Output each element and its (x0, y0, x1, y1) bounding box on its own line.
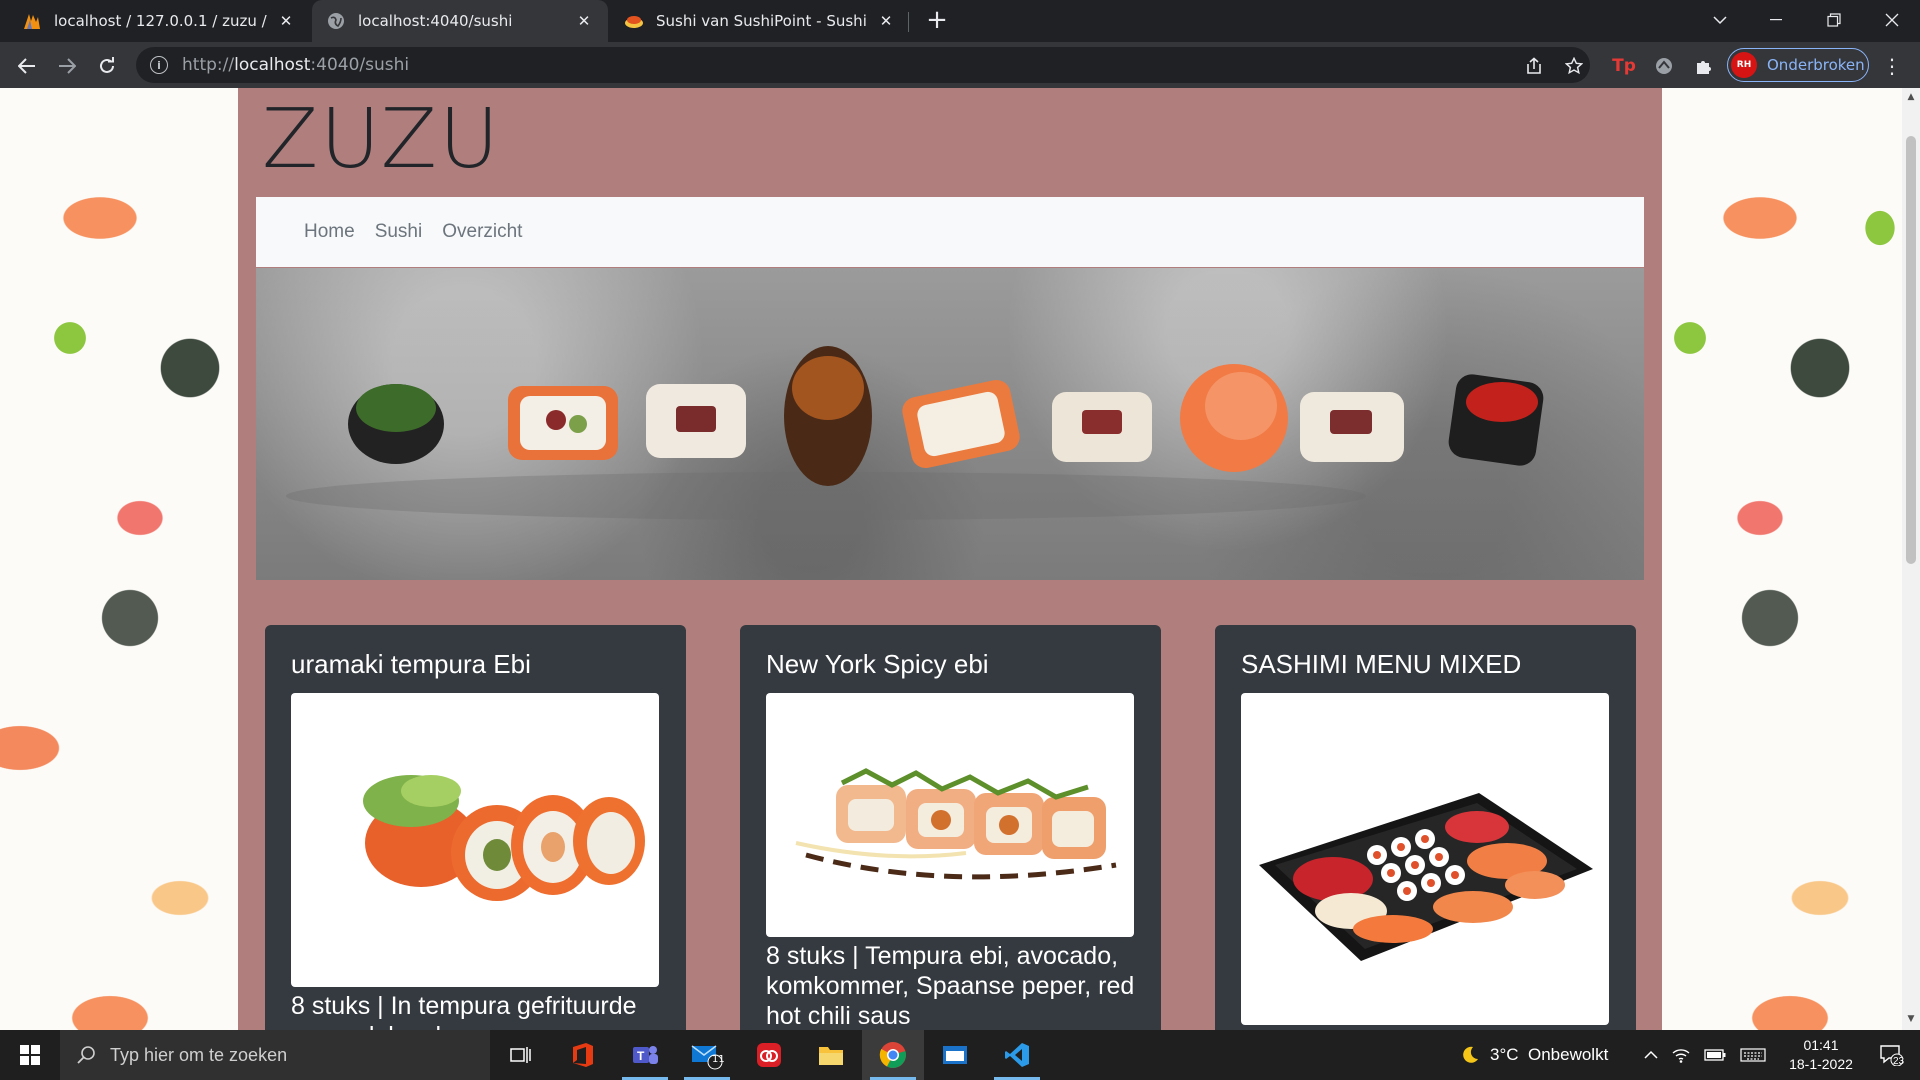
sushi-favicon (624, 11, 644, 31)
card-description: 8 stuks | In tempura gefrituurde garnaal… (291, 992, 637, 1030)
search-placeholder: Typ hier om te zoeken (110, 1044, 288, 1065)
nav-link-overzicht[interactable]: Overzicht (442, 221, 522, 243)
close-icon[interactable]: ✕ (574, 12, 594, 30)
url-host: localhost (234, 55, 311, 75)
url-scheme: http:// (182, 55, 235, 75)
taskbar-search-box[interactable]: Typ hier om te zoeken (60, 1030, 490, 1080)
page-container: ZUZU Home Sushi Overzicht uramaki tempur… (238, 88, 1662, 1030)
system-tray (1644, 1030, 1766, 1080)
keyboard-icon[interactable] (1740, 1048, 1766, 1062)
page-viewport: ZUZU Home Sushi Overzicht uramaki tempur… (0, 88, 1902, 1030)
weather-widget[interactable]: 3°C Onbewolkt (1460, 1030, 1608, 1080)
hero-banner-image (256, 268, 1644, 580)
back-icon[interactable] (11, 50, 43, 82)
app-window-icon[interactable] (924, 1030, 986, 1080)
nav-link-home[interactable]: Home (304, 221, 355, 243)
vscode-icon[interactable] (986, 1030, 1048, 1080)
new-york-spicy-ebi-photo (795, 768, 1117, 880)
moon-icon (1460, 1045, 1480, 1065)
product-card[interactable]: SASHIMI MENU MIXED (1215, 625, 1636, 1030)
site-brand[interactable]: ZUZU (262, 92, 501, 187)
svg-text:T: T (637, 1049, 645, 1063)
nav-link-sushi[interactable]: Sushi (375, 221, 423, 243)
task-view-icon[interactable] (490, 1030, 552, 1080)
site-navbar: Home Sushi Overzicht (256, 197, 1644, 267)
chevron-up-icon[interactable] (1644, 1050, 1658, 1060)
globe-icon (326, 11, 346, 31)
phpmyadmin-icon (22, 11, 42, 31)
teams-icon[interactable]: T (614, 1030, 676, 1080)
notification-center[interactable]: 23 (1868, 1030, 1914, 1080)
tab-title: Sushi van SushiPoint - Sushi bezorgen (656, 12, 868, 30)
card-title: SASHIMI MENU MIXED (1241, 649, 1522, 679)
tab-strip: localhost / 127.0.0.1 / zuzu / sushi ✕ l… (0, 0, 1920, 42)
card-image (291, 693, 659, 987)
minimize-icon[interactable] (1748, 0, 1804, 40)
tab-localhost-sushi[interactable]: localhost:4040/sushi ✕ (312, 0, 608, 42)
windows-icon[interactable] (0, 1030, 60, 1080)
clock[interactable]: 01:41 18-1-2022 (1776, 1030, 1866, 1080)
close-icon[interactable]: ✕ (876, 12, 896, 30)
extension-shield-icon[interactable] (1648, 50, 1680, 82)
profile-status: Onderbroken (1767, 56, 1865, 74)
file-explorer-icon[interactable] (800, 1030, 862, 1080)
plus-icon[interactable]: + (922, 6, 952, 36)
share-icon[interactable] (1518, 50, 1550, 82)
card-image (766, 693, 1134, 937)
clock-time: 01:41 (1803, 1037, 1839, 1053)
sushi-row (286, 346, 1544, 520)
mail-icon[interactable]: 11 (676, 1030, 738, 1080)
tab-sushipoint[interactable]: Sushi van SushiPoint - Sushi bezorgen ✕ (610, 0, 910, 42)
avatar: RH (1731, 52, 1757, 78)
creative-cloud-icon[interactable] (738, 1030, 800, 1080)
chrome-icon[interactable] (862, 1030, 924, 1080)
windows-taskbar: Typ hier om te zoeken T 11 3°C Onbewolkt (0, 1030, 1920, 1080)
office-icon[interactable] (552, 1030, 614, 1080)
extension-icon[interactable] (1688, 50, 1720, 82)
search-icon (76, 1045, 96, 1065)
card-image (1241, 693, 1609, 1025)
notification-count: 23 (1893, 1056, 1905, 1067)
menu-icon[interactable]: ⋮ (1876, 50, 1908, 82)
tab-phpmyadmin[interactable]: localhost / 127.0.0.1 / zuzu / sushi ✕ (8, 0, 310, 42)
star-icon[interactable] (1558, 50, 1590, 82)
mail-badge: 11 (712, 1054, 725, 1065)
reload-icon[interactable] (91, 50, 123, 82)
forward-icon[interactable] (51, 50, 83, 82)
card-title: New York Spicy ebi (766, 649, 989, 679)
scrollbar-thumb[interactable] (1906, 136, 1916, 564)
address-bar[interactable]: i http:// localhost :4040/sushi (136, 47, 1590, 83)
card-title: uramaki tempura Ebi (291, 649, 531, 679)
weather-text: 3°C Onbewolkt (1490, 1045, 1609, 1064)
scroll-up-arrow-icon[interactable]: ▲ (1902, 92, 1920, 102)
battery-icon[interactable] (1704, 1049, 1726, 1061)
clock-date: 18-1-2022 (1789, 1056, 1853, 1072)
tab-title: localhost:4040/sushi (358, 12, 513, 30)
profile-button[interactable]: RH Onderbroken (1727, 48, 1869, 82)
extension-tp-icon[interactable]: Tp (1608, 50, 1640, 82)
card-description: 8 stuks | Tempura ebi, avocado, komkomme… (766, 942, 1135, 1030)
product-card[interactable]: New York Spicy ebi 8 stuks | Tempura ebi… (740, 625, 1161, 1030)
sashimi-menu-photo (1259, 793, 1593, 961)
close-window-icon[interactable] (1864, 0, 1920, 40)
restore-icon[interactable] (1806, 0, 1862, 40)
info-icon[interactable]: i (150, 56, 168, 74)
browser-toolbar: i http:// localhost :4040/sushi Tp RH On… (0, 42, 1920, 88)
tab-title: localhost / 127.0.0.1 / zuzu / sushi (54, 12, 268, 30)
tab-separator (908, 12, 909, 32)
scroll-down-arrow-icon[interactable]: ▼ (1902, 1014, 1920, 1024)
close-icon[interactable]: ✕ (276, 12, 296, 30)
product-card[interactable]: uramaki tempura Ebi 8 stuks | In tempura… (265, 625, 686, 1030)
page-scrollbar[interactable]: ▲ ▼ (1902, 88, 1920, 1030)
wifi-icon[interactable] (1672, 1047, 1690, 1063)
uramaki-tempura-photo (363, 775, 645, 901)
url-path: :4040/sushi (310, 55, 410, 75)
chevron-down-icon[interactable] (1692, 0, 1748, 40)
